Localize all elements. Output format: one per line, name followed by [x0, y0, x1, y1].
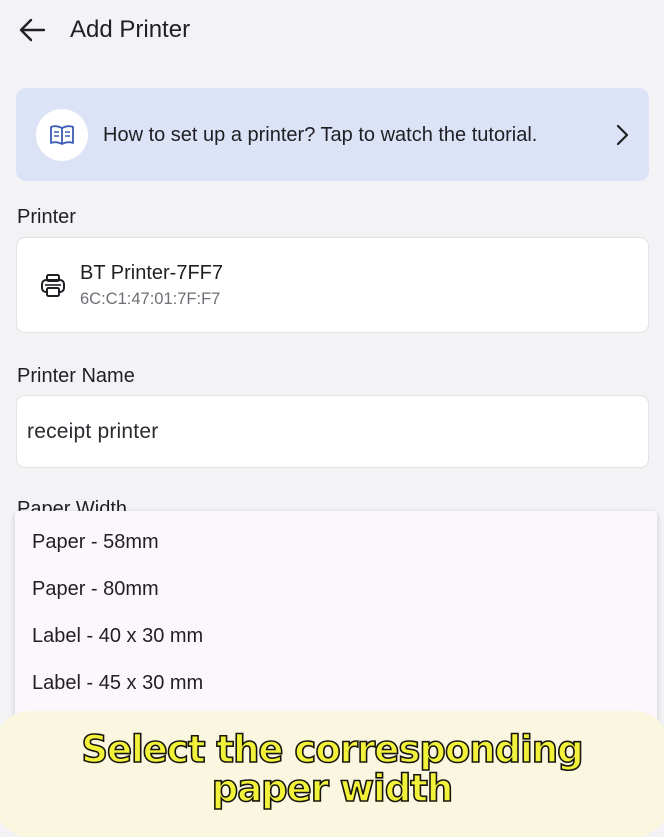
arrow-left-icon [19, 18, 46, 42]
printer-device-name: BT Printer-7FF7 [80, 262, 223, 284]
printer-label: Printer [17, 206, 76, 228]
add-printer-screen: Add Printer How to set up a printer? Tap… [0, 0, 664, 837]
printer-device-address: 6C:C1:47:01:7F:F7 [80, 290, 221, 308]
dropdown-option-label-40x30[interactable]: Label - 40 x 30 mm [15, 613, 657, 660]
banner-icon-container [36, 109, 88, 161]
tutorial-banner[interactable]: How to set up a printer? Tap to watch th… [16, 88, 649, 181]
dropdown-option-label-45x30[interactable]: Label - 45 x 30 mm [15, 660, 657, 707]
dropdown-option-paper-58mm[interactable]: Paper - 58mm [15, 519, 657, 566]
caption-line-1: Select the corresponding [81, 728, 585, 772]
app-header: Add Printer [0, 0, 664, 62]
printer-name-label: Printer Name [17, 365, 135, 387]
dropdown-option-paper-80mm[interactable]: Paper - 80mm [15, 566, 657, 613]
printer-card[interactable]: BT Printer-7FF7 6C:C1:47:01:7F:F7 [16, 237, 649, 333]
page-title: Add Printer [70, 16, 191, 43]
printer-name-input[interactable] [27, 416, 627, 448]
book-open-icon [50, 125, 74, 145]
chevron-right-icon [616, 124, 629, 146]
banner-text: How to set up a printer? Tap to watch th… [103, 124, 538, 146]
printer-icon [41, 274, 65, 297]
printer-name-field[interactable] [16, 395, 649, 468]
back-button[interactable] [14, 12, 50, 48]
caption-line-2: paper width [211, 767, 454, 811]
